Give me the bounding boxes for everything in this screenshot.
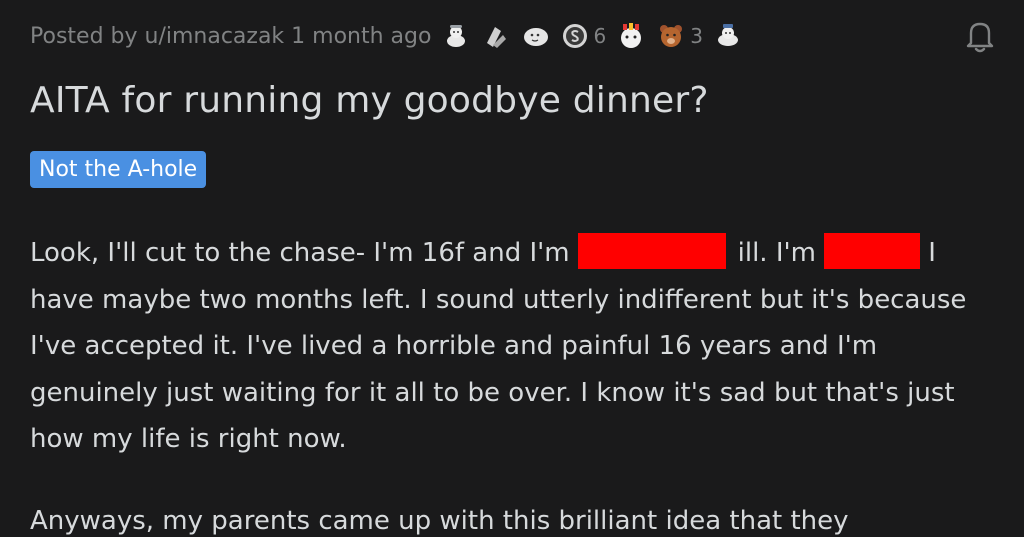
post-flair[interactable]: Not the A-hole	[30, 151, 207, 188]
redaction-box	[577, 233, 726, 269]
notification-bell-button[interactable]	[958, 14, 1002, 58]
bear-award-icon[interactable]: 3	[656, 21, 703, 51]
bear-award-count: 3	[690, 24, 703, 48]
post-container: Posted by u/imnacazak 1 month ago 6 3 AI…	[0, 0, 1024, 537]
post-body: Look, I'll cut to the chase- I'm 16f and…	[30, 230, 1005, 537]
bell-icon	[966, 22, 994, 53]
body-text-segment: Look, I'll cut to the chase- I'm 16f and…	[30, 238, 570, 268]
hugz-award-icon[interactable]	[521, 21, 551, 51]
take-my-energy-award-icon[interactable]	[616, 21, 646, 51]
body-paragraph: Look, I'll cut to the chase- I'm 16f and…	[30, 230, 1005, 463]
silver-award-count: 6	[593, 24, 607, 48]
body-text-segment: I have maybe two months left. I sound ut…	[30, 238, 967, 454]
body-text-segment: ill. I'm	[737, 238, 816, 268]
redaction-box	[823, 233, 920, 269]
helpful-award-icon[interactable]	[481, 21, 511, 51]
body-paragraph: Anyways, my parents came up with this br…	[30, 505, 849, 536]
silver-award-icon[interactable]: 6	[561, 22, 606, 50]
post-title[interactable]: AITA for running my goodbye dinner?	[30, 80, 709, 121]
post-meta: Posted by u/imnacazak 1 month ago 6 3	[30, 16, 753, 56]
wholesome-seal-icon[interactable]	[713, 21, 743, 51]
posted-by-text[interactable]: Posted by u/imnacazak 1 month ago	[30, 24, 431, 49]
wholesome-award-icon[interactable]	[441, 21, 471, 51]
